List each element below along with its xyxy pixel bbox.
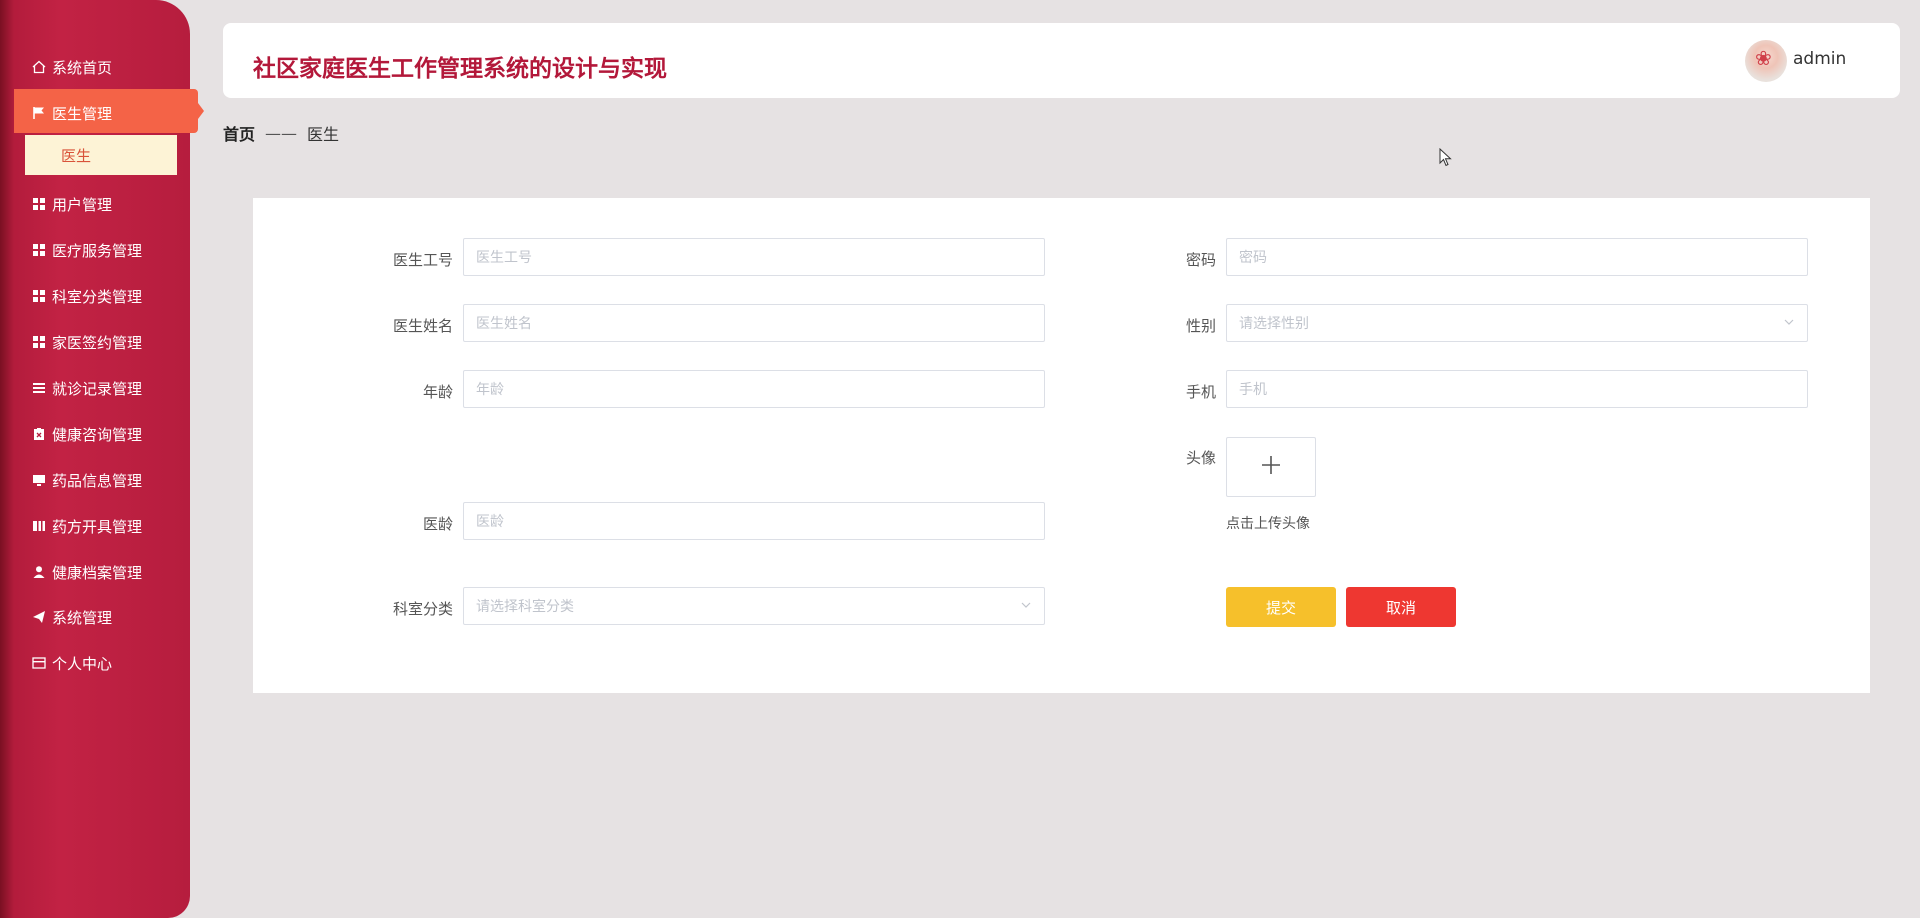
clipboard-icon <box>32 427 46 441</box>
grid-icon <box>32 243 46 257</box>
age-input[interactable]: 年龄 <box>463 370 1045 408</box>
grid-icon <box>32 197 46 211</box>
sidebar-item-contract[interactable]: 家医签约管理 <box>32 327 142 357</box>
sidebar-item-home[interactable]: 系统首页 <box>32 52 112 82</box>
grid-icon <box>32 335 46 349</box>
sidebar-item-department[interactable]: 科室分类管理 <box>32 281 142 311</box>
breadcrumb: 首页 —— 医生 <box>223 121 339 145</box>
breadcrumb-home[interactable]: 首页 <box>223 121 255 145</box>
doctor-id-input[interactable]: 医生工号 <box>463 238 1045 276</box>
breadcrumb-current: 医生 <box>307 125 340 144</box>
phone-label: 手机 <box>1185 383 1216 401</box>
gender-select[interactable]: 请选择性别 <box>1226 304 1808 342</box>
password-label: 密码 <box>1185 251 1216 269</box>
sidebar-item-consult[interactable]: 健康咨询管理 <box>32 419 142 449</box>
chevron-down-icon <box>1020 599 1032 615</box>
sidebar-item-visit-record[interactable]: 就诊记录管理 <box>32 373 142 403</box>
sidebar-item-label: 药品信息管理 <box>52 471 143 490</box>
phone-input[interactable]: 手机 <box>1226 370 1808 408</box>
mouse-cursor-icon <box>1439 147 1453 172</box>
sidebar-item-system[interactable]: 系统管理 <box>32 602 112 632</box>
sidebar-item-health-record[interactable]: 健康档案管理 <box>32 557 142 587</box>
sidebar-item-label: 就诊记录管理 <box>52 379 143 398</box>
sidebar: 系统首页 医生管理 医生 用户管理 医疗服务管理 科室分类管理 家医签约管理 就… <box>0 0 204 918</box>
seniority-label: 医龄 <box>422 515 453 533</box>
sidebar-item-label: 健康档案管理 <box>52 563 143 582</box>
gender-label: 性别 <box>1185 317 1216 335</box>
sidebar-item-drug[interactable]: 药品信息管理 <box>32 465 142 495</box>
send-icon <box>32 610 46 624</box>
sidebar-item-medical-service[interactable]: 医疗服务管理 <box>32 235 142 265</box>
monitor-icon <box>32 473 46 487</box>
sidebar-item-doctor[interactable]: 医生管理 <box>32 98 112 128</box>
plus-icon <box>1260 454 1282 480</box>
submenu-item-doctor[interactable]: 医生 <box>25 135 177 175</box>
sidebar-item-profile[interactable]: 个人中心 <box>32 648 112 678</box>
sidebar-item-label: 家医签约管理 <box>52 333 143 352</box>
chevron-down-icon <box>1783 316 1795 332</box>
username[interactable]: admin <box>1793 49 1846 69</box>
sidebar-item-label: 医生管理 <box>52 104 113 123</box>
sidebar-item-label: 健康咨询管理 <box>52 425 143 444</box>
password-input[interactable]: 密码 <box>1226 238 1808 276</box>
avatar[interactable]: ❀ <box>1745 40 1787 82</box>
home-icon <box>32 60 46 74</box>
user-icon <box>32 565 46 579</box>
department-select-placeholder: 请选择科室分类 <box>476 599 574 615</box>
doctor-id-label: 医生工号 <box>392 251 453 269</box>
doctor-name-label: 医生姓名 <box>392 317 453 335</box>
sidebar-item-label: 医疗服务管理 <box>52 241 143 260</box>
seniority-input[interactable]: 医龄 <box>463 502 1045 540</box>
department-select[interactable]: 请选择科室分类 <box>463 587 1045 625</box>
department-label: 科室分类 <box>392 600 453 618</box>
doctor-name-input[interactable]: 医生姓名 <box>463 304 1045 342</box>
avatar-label: 头像 <box>1185 449 1216 467</box>
sidebar-item-prescription[interactable]: 药方开具管理 <box>32 511 142 541</box>
app-title: 社区家庭医生工作管理系统的设计与实现 <box>253 56 667 82</box>
doctor-form-card: 医生工号 医生工号 密码 密码 医生姓名 医生姓名 性别 请选择性别 年龄 年龄… <box>253 198 1870 693</box>
list-icon <box>32 381 46 395</box>
cancel-button[interactable]: 取消 <box>1346 587 1456 627</box>
sidebar-item-label: 药方开具管理 <box>52 517 143 536</box>
top-header: 社区家庭医生工作管理系统的设计与实现 ❀ admin <box>223 23 1900 98</box>
sidebar-item-label: 个人中心 <box>52 654 113 673</box>
gender-select-placeholder: 请选择性别 <box>1239 316 1309 332</box>
sidebar-item-label: 用户管理 <box>52 195 113 214</box>
age-label: 年龄 <box>422 383 453 401</box>
submit-button[interactable]: 提交 <box>1226 587 1336 627</box>
sidebar-item-label: 科室分类管理 <box>52 287 143 306</box>
avatar-upload-tip: 点击上传头像 <box>1226 516 1310 532</box>
sidebar-item-label: 系统首页 <box>52 58 113 77</box>
flag-icon <box>32 106 46 120</box>
sidebar-item-label: 系统管理 <box>52 608 113 627</box>
book-icon <box>32 519 46 533</box>
submenu-label: 医生 <box>61 146 92 165</box>
sidebar-item-user[interactable]: 用户管理 <box>32 189 112 219</box>
grid-icon <box>32 289 46 303</box>
breadcrumb-separator: —— <box>265 123 298 143</box>
card-icon <box>32 656 46 670</box>
avatar-figure-icon: ❀ <box>1755 46 1772 70</box>
avatar-upload-button[interactable] <box>1226 437 1316 497</box>
